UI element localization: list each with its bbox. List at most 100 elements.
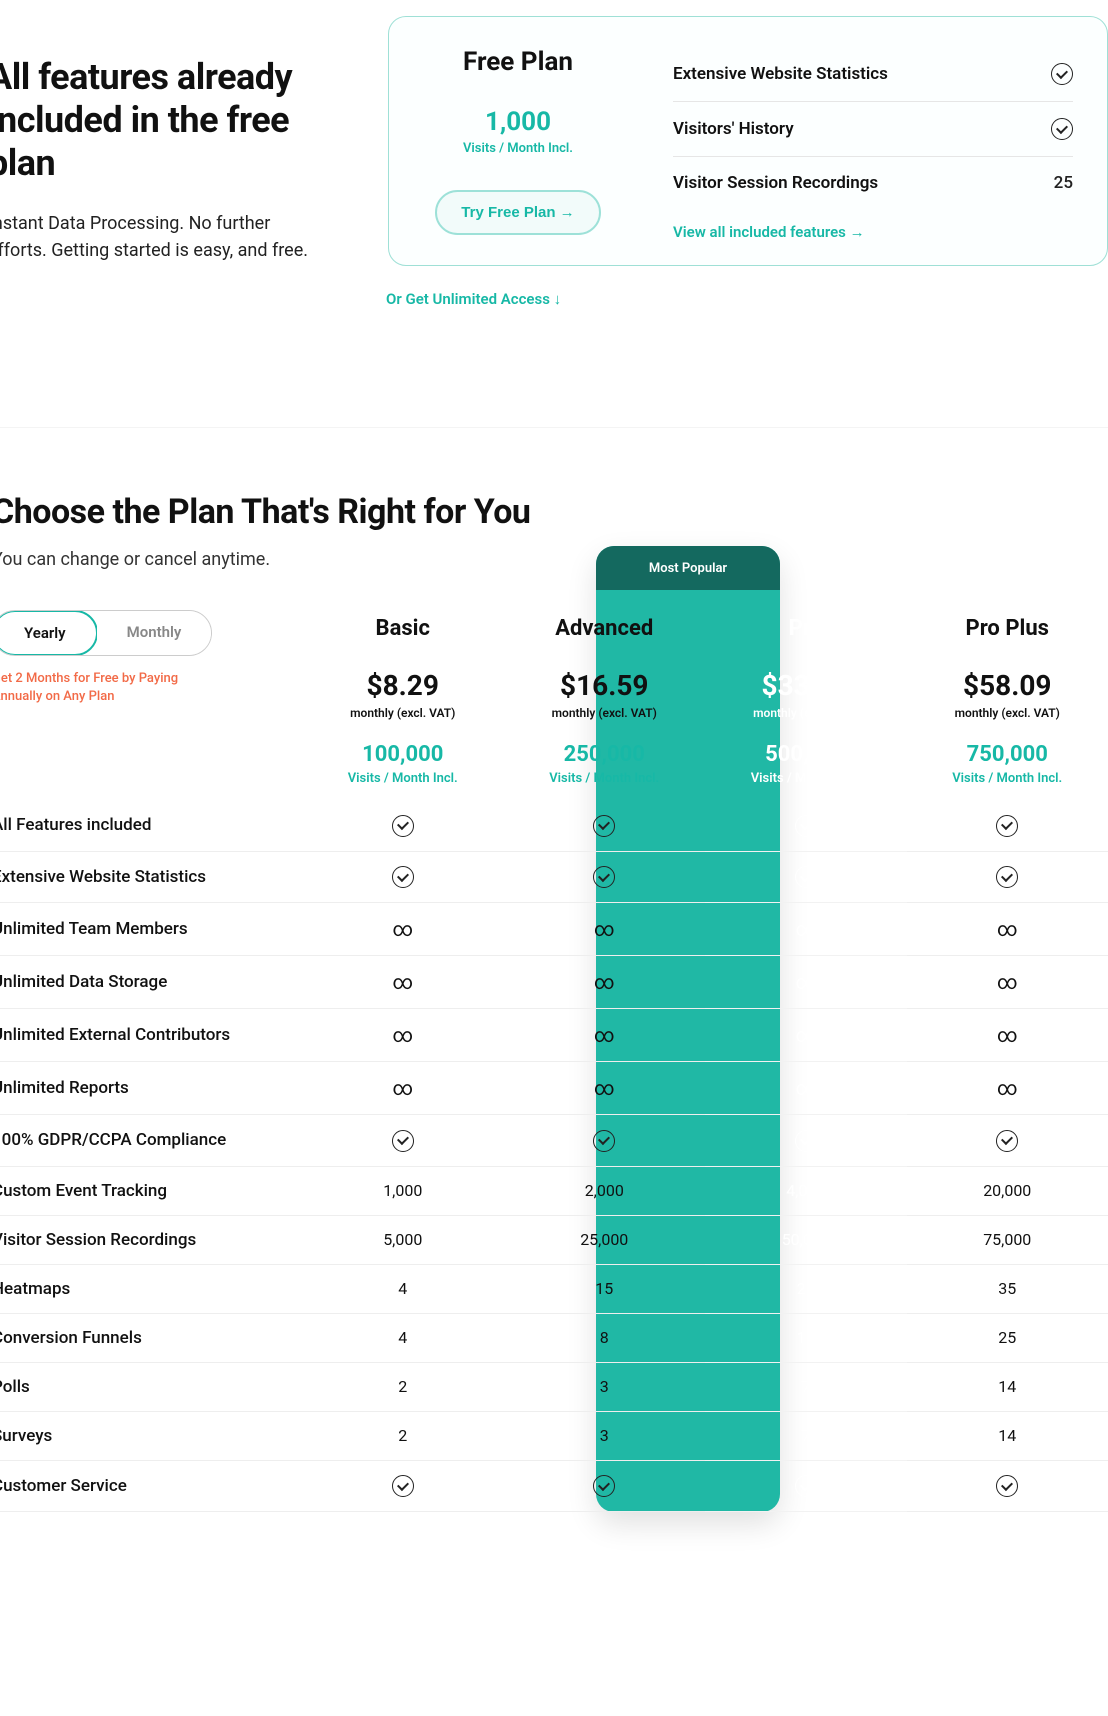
check-icon bbox=[593, 1130, 615, 1152]
feature-cell: 75,000 bbox=[907, 1216, 1108, 1264]
feature-cell: ∞ bbox=[504, 1009, 706, 1061]
plan-name: Pro Plus bbox=[907, 616, 1108, 641]
plan-visits: 750,000 bbox=[907, 742, 1108, 767]
feature-label: Unlimited Reports bbox=[0, 1062, 302, 1114]
infinity-icon: ∞ bbox=[392, 917, 413, 941]
feature-cell bbox=[907, 1115, 1108, 1166]
unlimited-access-link[interactable]: Or Get Unlimited Access ↓ bbox=[386, 290, 1108, 308]
infinity-icon: ∞ bbox=[392, 1076, 413, 1100]
feature-cell bbox=[705, 1115, 907, 1167]
hero-section: All features already included in the fre… bbox=[0, 0, 1108, 266]
feature-cell bbox=[302, 800, 504, 851]
feature-cell bbox=[907, 1461, 1108, 1512]
feature-cell bbox=[504, 852, 706, 903]
hero-subtitle: Instant Data Processing. No further effo… bbox=[0, 210, 328, 264]
feature-cell: 5,000 bbox=[302, 1216, 504, 1264]
feature-cell bbox=[907, 852, 1108, 903]
feature-cell: 50,000 bbox=[705, 1216, 907, 1265]
feature-cell: ∞ bbox=[705, 1009, 907, 1062]
feature-cell bbox=[302, 852, 504, 903]
check-icon bbox=[795, 1130, 817, 1152]
feature-cell: 14 bbox=[907, 1412, 1108, 1460]
check-icon bbox=[593, 815, 615, 837]
infinity-icon: ∞ bbox=[997, 1023, 1018, 1047]
feature-cell: ∞ bbox=[705, 956, 907, 1009]
infinity-icon: ∞ bbox=[795, 917, 816, 941]
infinity-icon: ∞ bbox=[392, 970, 413, 994]
feature-cell bbox=[705, 1461, 907, 1513]
feature-cell: 25,000 bbox=[504, 1216, 706, 1264]
plan-visits-label: Visits / Month Incl. bbox=[504, 771, 706, 786]
feature-cell bbox=[504, 1115, 706, 1166]
check-icon bbox=[795, 866, 817, 888]
infinity-icon: ∞ bbox=[392, 1023, 413, 1047]
feature-cell: ∞ bbox=[302, 903, 504, 955]
feature-cell bbox=[302, 1115, 504, 1166]
feature-cell: 15 bbox=[504, 1265, 706, 1313]
check-icon bbox=[795, 815, 817, 837]
plan-visits: 100,000 bbox=[302, 742, 504, 767]
feature-cell bbox=[907, 800, 1108, 851]
infinity-icon: ∞ bbox=[997, 917, 1018, 941]
plan-price-sub: monthly (excl. VAT) bbox=[302, 706, 504, 720]
free-plan-features: Extensive Website Statistics Visitors' H… bbox=[673, 47, 1073, 241]
feature-label: Surveys bbox=[0, 1412, 302, 1460]
infinity-icon: ∞ bbox=[795, 970, 816, 994]
plan-header-spacer bbox=[0, 546, 302, 800]
plan-visits-label: Visits / Month Incl. bbox=[907, 771, 1108, 786]
infinity-icon: ∞ bbox=[795, 1023, 816, 1047]
free-feature-row: Extensive Website Statistics bbox=[673, 47, 1073, 102]
free-plan-visits: 1,000 bbox=[485, 107, 551, 137]
feature-cell: ∞ bbox=[705, 903, 907, 956]
feature-cell: 4 bbox=[302, 1265, 504, 1313]
feature-row: Heatmaps4152535 bbox=[0, 1265, 1108, 1314]
infinity-icon: ∞ bbox=[795, 1076, 816, 1100]
plan-header-proplus: Pro Plus $58.09 monthly (excl. VAT) 750,… bbox=[907, 546, 1108, 800]
infinity-icon: ∞ bbox=[997, 1076, 1018, 1100]
feature-row: Custom Event Tracking1,0002,0004,00020,0… bbox=[0, 1167, 1108, 1216]
feature-row: Conversion Funnels481625 bbox=[0, 1314, 1108, 1363]
feature-cell: 2 bbox=[302, 1363, 504, 1411]
plan-price: $16.59 bbox=[504, 669, 706, 702]
feature-row: Surveys23714 bbox=[0, 1412, 1108, 1461]
plan-price-sub: monthly (excl. VAT) bbox=[705, 706, 907, 720]
check-icon bbox=[795, 1475, 817, 1497]
feature-cell: ∞ bbox=[907, 1062, 1108, 1114]
free-plan-summary: Free Plan 1,000 Visits / Month Incl. Try… bbox=[423, 47, 613, 241]
feature-cell bbox=[302, 1461, 504, 1512]
check-icon bbox=[1051, 63, 1073, 85]
plan-name: Pro bbox=[705, 616, 907, 641]
plan-visits: 250,000 bbox=[504, 742, 706, 767]
feature-cell: 2 bbox=[302, 1412, 504, 1460]
check-icon bbox=[593, 1475, 615, 1497]
feature-cell: ∞ bbox=[302, 1009, 504, 1061]
feature-label: Unlimited Team Members bbox=[0, 903, 302, 955]
check-icon bbox=[996, 1130, 1018, 1152]
feature-label: 100% GDPR/CCPA Compliance bbox=[0, 1115, 302, 1166]
hero-text: All features already included in the fre… bbox=[0, 16, 328, 266]
feature-cell: ∞ bbox=[302, 956, 504, 1008]
feature-cell: 2,000 bbox=[504, 1167, 706, 1215]
plan-name: Advanced bbox=[504, 616, 706, 641]
feature-row: Customer Service bbox=[0, 1461, 1108, 1513]
feature-row: 100% GDPR/CCPA Compliance bbox=[0, 1115, 1108, 1167]
feature-cell: ∞ bbox=[504, 1062, 706, 1114]
feature-label: Customer Service bbox=[0, 1461, 302, 1512]
plan-price: $33.19 bbox=[705, 669, 907, 702]
feature-row: Polls23714 bbox=[0, 1363, 1108, 1412]
feature-cell: 4,000 bbox=[705, 1167, 907, 1216]
plan-price-sub: monthly (excl. VAT) bbox=[504, 706, 706, 720]
view-all-features-link[interactable]: View all included features → bbox=[673, 223, 865, 241]
feature-cell: ∞ bbox=[504, 903, 706, 955]
feature-cell: 25 bbox=[907, 1314, 1108, 1362]
feature-cell bbox=[705, 800, 907, 852]
free-feature-label: Visitors' History bbox=[673, 119, 794, 139]
feature-label: Custom Event Tracking bbox=[0, 1167, 302, 1215]
feature-rows-container: All Features includedExtensive Website S… bbox=[0, 800, 1108, 1512]
free-feature-label: Extensive Website Statistics bbox=[673, 64, 888, 84]
check-icon bbox=[996, 815, 1018, 837]
feature-cell: 25 bbox=[705, 1265, 907, 1314]
feature-label: Polls bbox=[0, 1363, 302, 1411]
feature-label: Unlimited External Contributors bbox=[0, 1009, 302, 1061]
try-free-plan-button[interactable]: Try Free Plan → bbox=[435, 190, 600, 235]
